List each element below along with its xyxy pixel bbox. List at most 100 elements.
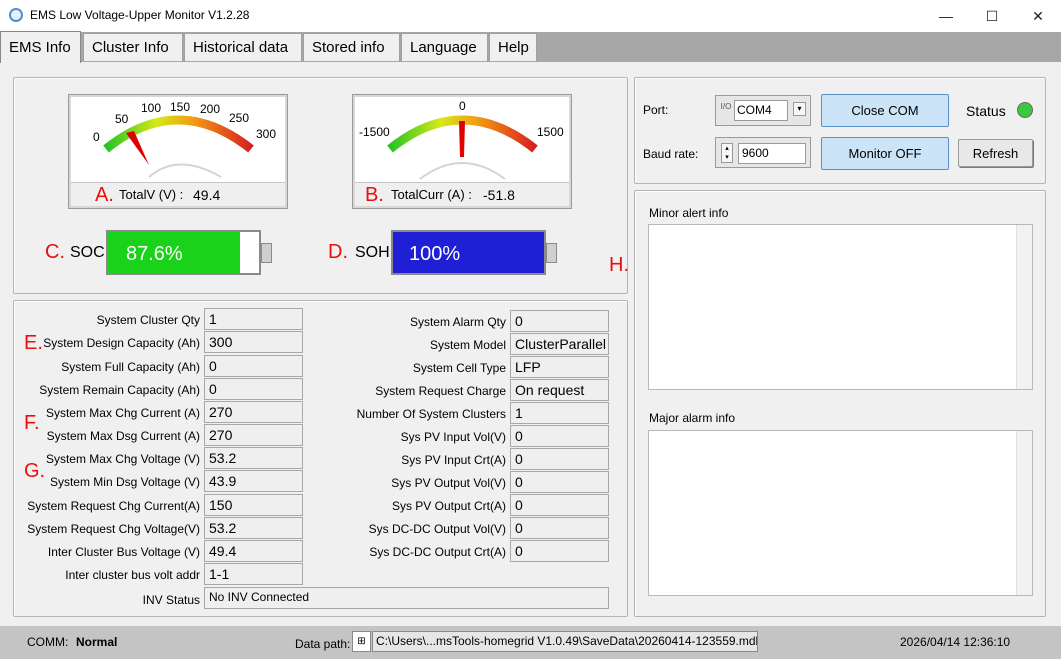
voltage-label: TotalV (V) : [119,187,184,202]
marker-a: A. [95,184,114,206]
status-label: Status [966,103,1006,119]
minor-alert-list[interactable] [648,224,1033,390]
current-tick-zero: 0 [459,99,466,113]
right-field-value: ClusterParallel [510,333,609,355]
soh-bar: 100% [391,230,546,275]
voltage-tick-300: 300 [256,127,277,141]
right-field-value: 0 [510,540,609,562]
voltage-tick-150: 150 [170,100,191,114]
right-field-label: Sys DC-DC Output Crt(A) [369,545,506,559]
tab-stored-info[interactable]: Stored info [303,33,400,61]
voltage-tick-250: 250 [229,111,250,125]
right-field-label: System Model [429,338,506,352]
tab-cluster-info[interactable]: Cluster Info [83,33,183,61]
spinner-arrows-icon[interactable]: ▴ ▾ [721,143,733,163]
left-field-label: System Request Chg Current(A) [27,499,200,513]
left-field-label: System Min Dsg Voltage (V) [49,475,200,489]
left-field-label: System Full Capacity (Ah) [61,360,200,374]
marker-b: B. [365,184,384,206]
left-field-label: System Cluster Qty [96,313,200,327]
marker-c: C. [45,241,65,263]
left-field-label: Inter cluster bus volt addr [65,568,200,582]
tab-ems-info[interactable]: EMS Info [0,31,81,63]
port-label: Port: [643,103,669,117]
left-field-label: System Design Capacity (Ah) [43,336,200,350]
right-field-value: 0 [510,310,609,332]
left-field-label: Inter Cluster Bus Voltage (V) [47,545,200,559]
maximize-button[interactable]: ☐ [969,0,1015,32]
comm-value: Normal [76,635,118,649]
status-bar: COMM: Normal Data path: ⊞ C:\Users\...ms… [0,626,1061,659]
voltage-needle [126,131,149,165]
marker-h: H. [609,254,629,276]
voltage-readout: A. TotalV (V) : 49.4 [71,182,285,206]
current-label: TotalCurr (A) : [391,187,472,202]
right-field-label: Sys PV Output Crt(A) [391,499,506,513]
current-readout: B. TotalCurr (A) : -51.8 [355,182,569,206]
voltage-gauge: 0 50 100 150 200 250 300 A. TotalV (V) :… [69,95,287,208]
left-field-label: System Max Chg Voltage (V) [45,452,200,466]
left-field-label: System Remain Capacity (Ah) [39,383,200,397]
major-alarm-list[interactable] [648,430,1033,596]
soh-label: SOH [355,244,390,261]
current-value: -51.8 [483,187,515,203]
inv-status-label: INV Status [142,593,200,607]
current-needle [459,121,465,157]
close-com-button[interactable]: Close COM [821,94,949,127]
baud-value[interactable]: 9600 [738,143,806,164]
right-field-value: 0 [510,448,609,470]
app-icon [9,8,23,22]
major-alarm-scrollbar[interactable] [1016,431,1032,595]
browse-folder-icon[interactable]: ⊞ [352,631,371,652]
right-field-label: Sys PV Input Crt(A) [401,453,506,467]
baud-stepper[interactable]: ▴ ▾ 9600 [715,137,811,168]
title-bar: EMS Low Voltage-Upper Monitor V1.2.28 — … [0,0,1061,32]
right-field-label: System Alarm Qty [409,315,506,329]
left-field-label: System Request Chg Voltage(V) [27,522,200,536]
current-tick-max: 1500 [537,125,564,139]
voltage-value: 49.4 [193,187,221,203]
left-field-value: 1-1 [204,563,303,585]
voltage-tick-100: 100 [141,101,162,115]
right-field-label: Sys PV Input Vol(V) [400,430,506,444]
left-field-label: System Max Dsg Current (A) [46,429,200,443]
right-field-value: On request [510,379,609,401]
right-field-label: System Cell Type [412,361,506,375]
status-led-icon [1017,102,1033,118]
right-field-value: 0 [510,425,609,447]
minor-alert-scrollbar[interactable] [1016,225,1032,389]
soc-bar-cap [261,243,272,263]
monitor-off-button[interactable]: Monitor OFF [821,137,949,170]
tab-historical-data[interactable]: Historical data [184,33,302,61]
voltage-tick-200: 200 [200,102,221,116]
right-field-label: Sys DC-DC Output Vol(V) [368,522,506,536]
tab-help[interactable]: Help [489,33,537,61]
minor-alert-title: Minor alert info [649,206,729,220]
data-path-label: Data path: [295,637,351,651]
io-icon: I/O [720,102,732,111]
minimize-button[interactable]: — [923,0,969,32]
soh-bar-cap [546,243,557,263]
right-field-value: 1 [510,402,609,424]
marker-d: D. [328,241,348,263]
close-button[interactable]: ✕ [1015,0,1061,32]
data-path-field[interactable]: C:\Users\...msTools-homegrid V1.0.49\Sav… [372,631,758,652]
right-field-value: 0 [510,494,609,516]
chevron-down-icon[interactable]: ▾ [793,102,806,116]
right-field-label: System Request Charge [375,384,506,398]
right-field-value: 0 [510,471,609,493]
port-select[interactable]: I/O COM4 ▾ [715,95,811,126]
soc-value: 87.6% [126,243,183,265]
comm-label: COMM: [27,635,69,649]
soc-label: SOC [70,244,105,261]
major-alarm-title: Major alarm info [649,411,736,425]
refresh-button[interactable]: Refresh [958,139,1033,167]
tab-language[interactable]: Language [401,33,488,61]
right-field-value: LFP [510,356,609,378]
baud-label: Baud rate: [643,147,699,161]
left-field-label: System Max Chg Current (A) [45,406,200,420]
inv-status-value: No INV Connected [204,587,609,609]
current-gauge: -1500 0 1500 B. TotalCurr (A) : -51.8 [353,95,571,208]
voltage-tick-0: 0 [93,130,100,144]
right-field-label: Sys PV Output Vol(V) [391,476,506,490]
